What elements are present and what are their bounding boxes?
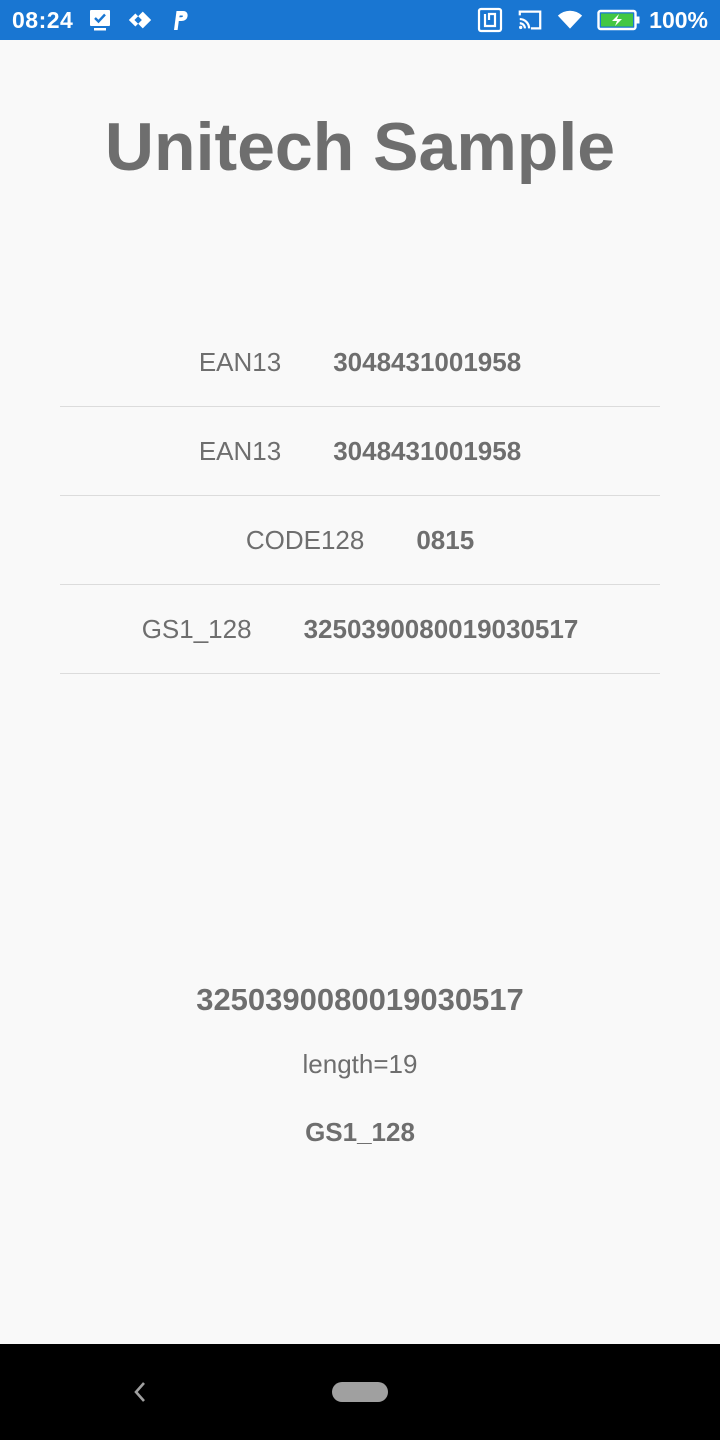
list-item[interactable]: EAN13 3048431001958 <box>60 407 660 496</box>
battery-charging-icon <box>597 7 641 33</box>
home-pill-icon[interactable] <box>332 1382 388 1402</box>
page-title: Unitech Sample <box>104 109 616 185</box>
navigation-bar <box>0 1344 720 1440</box>
scan-type-label: EAN13 <box>198 346 282 377</box>
scan-value-label: 3048431001958 <box>333 435 522 466</box>
result-length: length=19 <box>302 1049 418 1079</box>
list-item[interactable]: EAN13 3048431001958 <box>60 318 660 407</box>
list-item[interactable]: GS1_128 3250390080019030517 <box>60 585 660 674</box>
status-bar-right: 100% <box>477 7 708 34</box>
scan-value-label: 0815 <box>416 524 475 555</box>
list-item[interactable]: CODE128 0815 <box>60 496 660 585</box>
scan-value-label: 3048431001958 <box>333 346 522 377</box>
result-type: GS1_128 <box>305 1117 415 1147</box>
status-time: 08:24 <box>12 6 74 33</box>
result-barcode: 3250390080019030517 <box>196 982 524 1017</box>
scan-type-label: CODE128 <box>245 524 365 555</box>
wifi-icon <box>557 7 583 33</box>
diamond-arrows-icon <box>127 7 153 33</box>
cast-icon <box>517 7 543 33</box>
status-bar: 08:24 100% <box>0 0 720 40</box>
status-bar-left: 08:24 <box>12 7 193 34</box>
scan-value-label: 3250390080019030517 <box>303 613 579 644</box>
parking-icon <box>167 7 193 33</box>
scan-list: EAN13 3048431001958 EAN13 3048431001958 … <box>60 318 660 674</box>
back-icon[interactable] <box>122 1372 158 1412</box>
scan-type-label: GS1_128 <box>141 613 252 644</box>
result-block: 3250390080019030517 length=19 GS1_128 <box>0 975 720 1149</box>
screen-check-icon <box>87 7 113 33</box>
battery-percent: 100% <box>649 6 708 33</box>
scan-type-label: EAN13 <box>198 435 282 466</box>
nfc-icon <box>477 7 503 33</box>
